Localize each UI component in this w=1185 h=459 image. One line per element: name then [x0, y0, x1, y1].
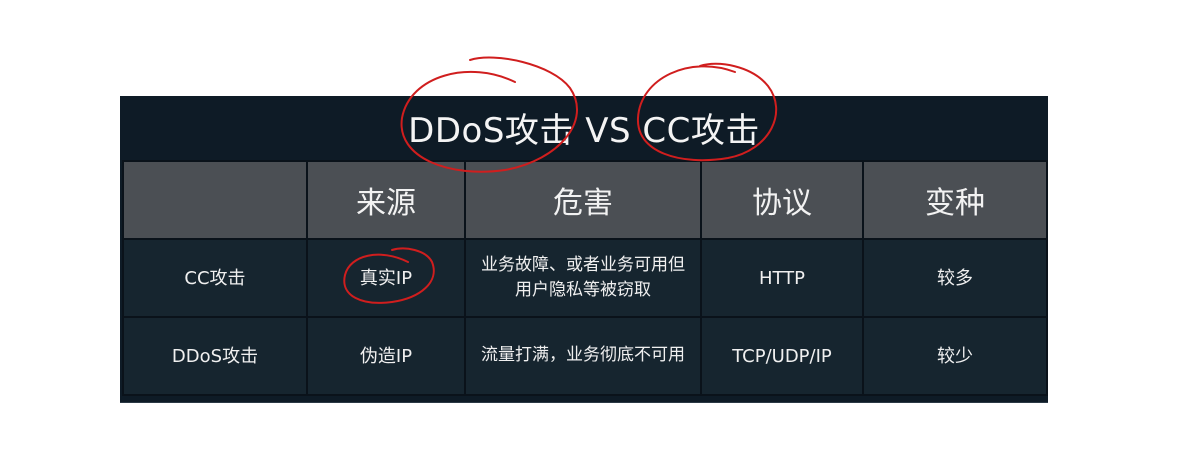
- row-protocol: HTTP: [700, 238, 864, 318]
- slide-title: DDoS攻击 VS CC攻击: [408, 110, 760, 151]
- table-row: CC攻击 真实IP 业务故障、或者业务可用但用户隐私等被窃取 HTTP 较多: [122, 238, 1048, 318]
- comparison-table: 来源 危害 协议 变种 CC攻击 真实IP 业务故障、或者业务可用但用户隐私等被…: [122, 160, 1048, 396]
- row-source: 真实IP: [306, 238, 466, 318]
- row-variants: 较多: [862, 238, 1048, 318]
- row-variants: 较少: [862, 316, 1048, 396]
- table-row: DDoS攻击 伪造IP 流量打满，业务彻底不可用 TCP/UDP/IP 较少: [122, 316, 1048, 396]
- header-variants: 变种: [862, 160, 1048, 240]
- row-name: DDoS攻击: [122, 316, 308, 396]
- slide: DDoS攻击 VS CC攻击 来源 危害 协议 变种 CC攻击 真实IP 业务故…: [120, 96, 1048, 403]
- row-harm: 流量打满，业务彻底不可用: [464, 316, 702, 396]
- row-harm: 业务故障、或者业务可用但用户隐私等被窃取: [464, 238, 702, 318]
- header-protocol: 协议: [700, 160, 864, 240]
- header-harm: 危害: [464, 160, 702, 240]
- header-corner: [122, 160, 308, 240]
- row-protocol: TCP/UDP/IP: [700, 316, 864, 396]
- row-name: CC攻击: [122, 238, 308, 318]
- row-source: 伪造IP: [306, 316, 466, 396]
- header-source: 来源: [306, 160, 466, 240]
- table-header-row: 来源 危害 协议 变种: [122, 160, 1048, 240]
